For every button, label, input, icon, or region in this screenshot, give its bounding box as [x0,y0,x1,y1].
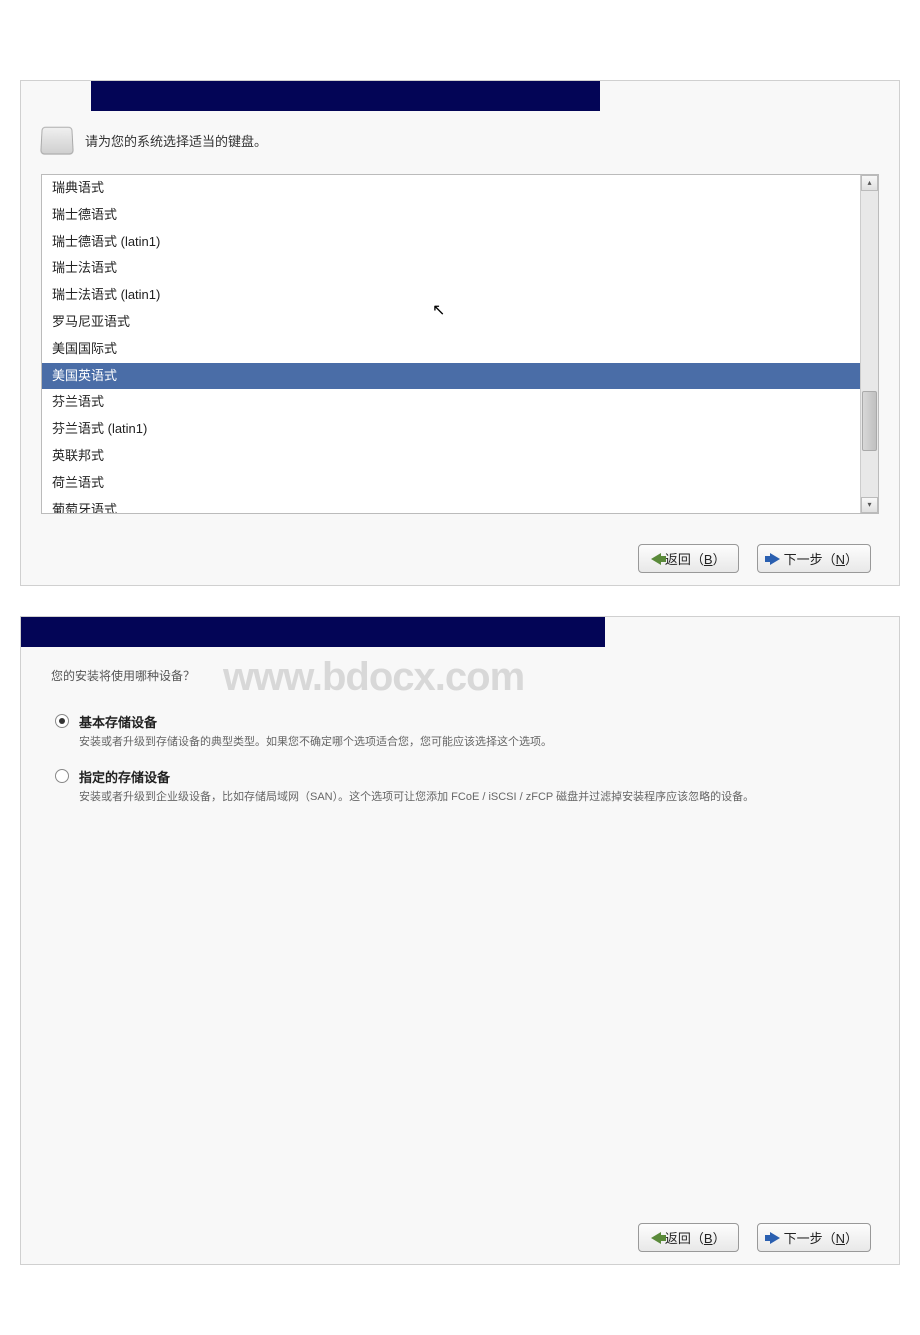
titlebar-accent [91,81,600,111]
scroll-down-button[interactable]: ▾ [861,497,878,513]
keyboard-option[interactable]: 美国国际式 [42,336,860,363]
radio-title: 基本存储设备 [79,712,869,731]
back-label: 返回（ [665,552,704,567]
keyboard-listbox-container: 瑞典语式瑞士德语式瑞士德语式 (latin1)瑞士法语式瑞士法语式 (latin… [41,174,879,514]
radio-content: 指定的存储设备安装或者升级到企业级设备，比如存储局域网（SAN）。这个选项可让您… [79,767,869,806]
next-mnemonic: N [836,552,845,567]
keyboard-option[interactable]: 瑞士德语式 [42,202,860,229]
watermark-text: www.bdocx.com [223,655,524,700]
radio-title: 指定的存储设备 [79,767,869,786]
scroll-track[interactable] [861,191,878,497]
next-label: 下一步（ [784,1231,836,1246]
window-titlebar [21,617,899,647]
radio-description: 安装或者升级到企业级设备，比如存储局域网（SAN）。这个选项可让您添加 FCoE… [79,789,869,806]
nav-button-row: 返回（B） 下一步（N） [21,1201,899,1264]
keyboard-option[interactable]: 英联邦式 [42,443,860,470]
arrow-left-icon [651,1232,661,1244]
back-mnemonic: B [704,552,713,567]
window-titlebar [21,81,899,111]
next-button[interactable]: 下一步（N） [757,1223,871,1252]
scrollbar[interactable]: ▴ ▾ [860,175,878,513]
keyboard-option[interactable]: 瑞士法语式 (latin1) [42,282,860,309]
storage-option[interactable]: 基本存储设备安装或者升级到存储设备的典型类型。如果您不确定哪个选项适合您，您可能… [55,712,869,751]
radio-description: 安装或者升级到存储设备的典型类型。如果您不确定哪个选项适合您，您可能应该选择这个… [79,734,869,751]
next-button[interactable]: 下一步（N） [757,544,871,573]
keyboard-icon [40,127,74,155]
keyboard-listbox[interactable]: 瑞典语式瑞士德语式瑞士德语式 (latin1)瑞士法语式瑞士法语式 (latin… [42,175,860,513]
radio-content: 基本存储设备安装或者升级到存储设备的典型类型。如果您不确定哪个选项适合您，您可能… [79,712,869,751]
keyboard-option[interactable]: 瑞士法语式 [42,255,860,282]
arrow-left-icon [651,553,661,565]
scroll-up-button[interactable]: ▴ [861,175,878,191]
question-row: 您的安装将使用哪种设备？ www.bdocx.com [21,647,899,712]
radio-button[interactable] [55,769,69,783]
scroll-thumb[interactable] [862,391,877,451]
back-button[interactable]: 返回（B） [638,1223,739,1252]
header-text: 请为您的系统选择适当的键盘。 [85,131,267,150]
question-text: 您的安装将使用哪种设备？ [51,667,195,684]
back-mnemonic: B [704,1231,713,1246]
content-spacer [21,831,899,1201]
next-mnemonic: N [836,1231,845,1246]
keyboard-option[interactable]: 芬兰语式 (latin1) [42,416,860,443]
back-button[interactable]: 返回（B） [638,544,739,573]
back-label: 返回（ [665,1231,704,1246]
arrow-right-icon [770,1232,780,1244]
keyboard-option[interactable]: 芬兰语式 [42,389,860,416]
storage-selection-panel: 您的安装将使用哪种设备？ www.bdocx.com 基本存储设备安装或者升级到… [20,616,900,1265]
keyboard-option[interactable]: 美国英语式 [42,363,860,390]
keyboard-selection-panel: 请为您的系统选择适当的键盘。 瑞典语式瑞士德语式瑞士德语式 (latin1)瑞士… [20,80,900,586]
keyboard-option[interactable]: 荷兰语式 [42,470,860,497]
next-label: 下一步（ [784,552,836,567]
panel-header: 请为您的系统选择适当的键盘。 [21,111,899,174]
titlebar-accent [21,617,605,647]
keyboard-option[interactable]: 葡萄牙语式 [42,497,860,513]
keyboard-option[interactable]: 瑞典语式 [42,175,860,202]
keyboard-option[interactable]: 罗马尼亚语式 [42,309,860,336]
storage-radio-group: 基本存储设备安装或者升级到存储设备的典型类型。如果您不确定哪个选项适合您，您可能… [21,712,899,831]
radio-button[interactable] [55,714,69,728]
keyboard-option[interactable]: 瑞士德语式 (latin1) [42,229,860,256]
nav-button-row: 返回（B） 下一步（N） [21,522,899,585]
storage-option[interactable]: 指定的存储设备安装或者升级到企业级设备，比如存储局域网（SAN）。这个选项可让您… [55,767,869,806]
arrow-right-icon [770,553,780,565]
